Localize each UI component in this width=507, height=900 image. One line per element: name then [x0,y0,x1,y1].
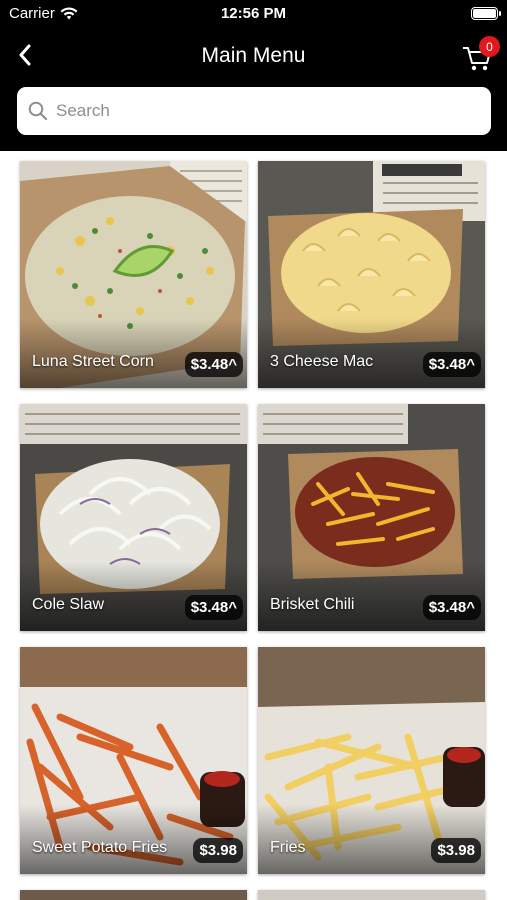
item-name: 3 Cheese Mac [270,353,374,370]
item-price: $3.48^ [422,352,481,377]
item-price: $3.48^ [422,595,481,620]
page-title: Main Menu [201,44,306,67]
cart-button[interactable]: 0 [461,36,500,72]
menu-item-card-partial[interactable] [20,890,247,900]
battery-icon [471,7,501,20]
search-icon [28,101,48,121]
menu-item-card[interactable]: Luna Street Corn $3.48^ [20,161,247,388]
cart-count-badge: 0 [479,36,500,57]
status-bar: Carrier 12:56 PM [0,0,507,30]
header: Carrier 12:56 PM Main Menu 0 [0,0,507,151]
menu-item-card[interactable]: Brisket Chili $3.48^ [258,404,485,631]
search-bar[interactable] [17,87,491,135]
menu-item-card[interactable]: 3 Cheese Mac $3.48^ [258,161,485,388]
item-price: $3.48^ [184,595,243,620]
menu-grid: Luna Street Corn $3.48^ 3 Cheese Mac $3.… [0,151,507,900]
navigation-bar: Main Menu 0 [0,34,507,78]
item-name: Luna Street Corn [32,353,154,370]
item-name: Brisket Chili [270,596,355,613]
item-price: $3.98 [431,838,481,863]
status-time: 12:56 PM [220,5,287,22]
item-name: Fries [270,839,306,856]
item-name: Sweet Potato Fries [32,839,168,856]
menu-item-card[interactable]: Sweet Potato Fries $3.98 [20,647,247,874]
item-name: Cole Slaw [32,596,105,613]
menu-item-card[interactable]: Fries $3.98 [258,647,485,874]
menu-item-card-partial[interactable] [258,890,485,900]
item-price: $3.48^ [184,352,243,377]
menu-item-card[interactable]: Cole Slaw $3.48^ [20,404,247,631]
item-price: $3.98 [193,838,243,863]
search-input[interactable] [56,101,456,121]
